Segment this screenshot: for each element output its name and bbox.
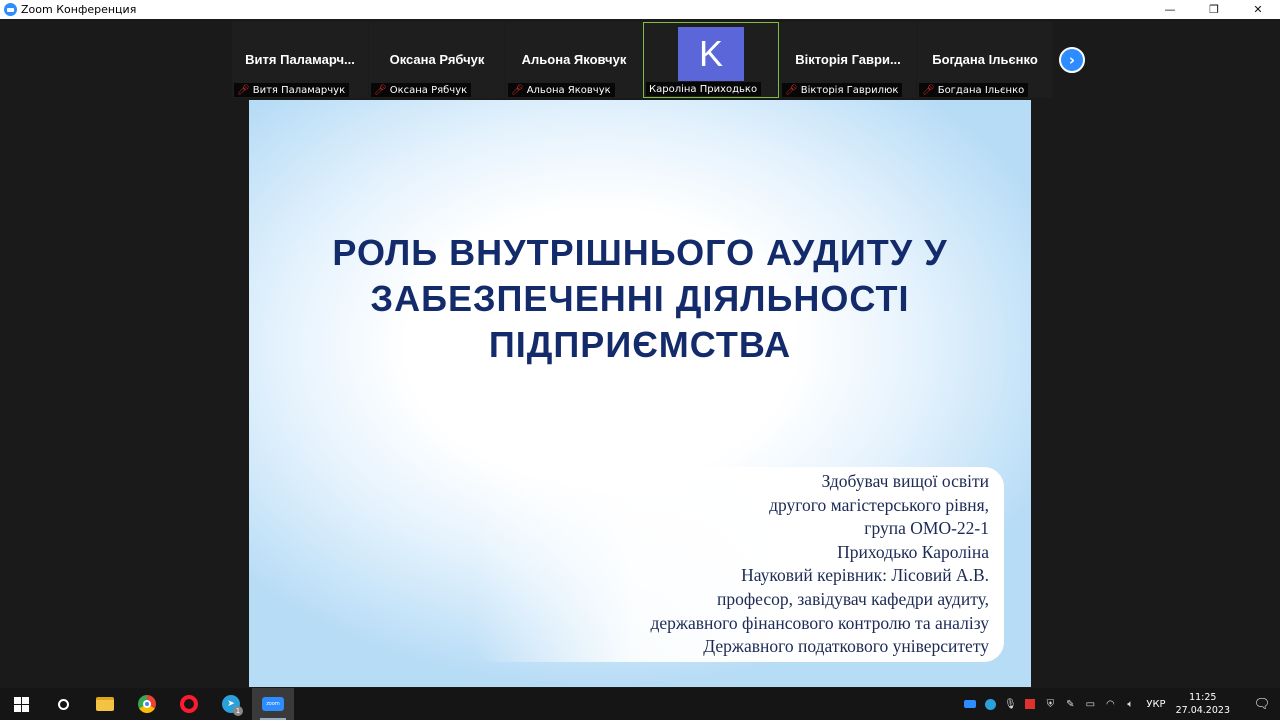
chevron-right-icon: ›	[1068, 51, 1076, 69]
microphone-icon[interactable]: 🎙︎	[1000, 688, 1020, 720]
participant-label: 🎤︎ Вікторія Гаврилюк	[782, 83, 903, 97]
window-titlebar: Zoom Конференция — ❐ ✕	[0, 0, 1280, 19]
notification-badge: 1	[233, 706, 243, 716]
participant-display-name: Альона Яковчук	[521, 52, 627, 67]
participant-label-text: Оксана Рябчук	[389, 84, 468, 96]
participant-label-text: Витя Паламарчук	[252, 84, 346, 96]
participant-label-text: Богдана Ільєнко	[937, 84, 1025, 96]
participant-tile[interactable]: Витя Паламарч... 🎤︎ Витя Паламарчук	[232, 22, 368, 98]
battery-icon[interactable]: ▭	[1080, 688, 1100, 720]
zoom-tray-icon[interactable]	[960, 688, 980, 720]
participant-display-name: Вікторія Гаври...	[795, 52, 901, 67]
participant-label: 🎤︎ Богдана Ільєнко	[919, 83, 1029, 97]
clock-time: 11:25	[1189, 692, 1217, 703]
slide-title-line: ЗАБЕЗПЕЧЕННІ ДІЯЛЬНОСТІ	[370, 278, 910, 319]
window-title: Zoom Конференция	[21, 3, 137, 16]
close-button[interactable]: ✕	[1236, 0, 1280, 19]
telegram-tray-icon[interactable]	[980, 688, 1000, 720]
slide-title: РОЛЬ ВНУТРІШНЬОГО АУДИТУ У ЗАБЕЗПЕЧЕННІ …	[289, 230, 991, 368]
opera-button[interactable]	[168, 688, 210, 720]
participant-display-name: Богдана Ільєнко	[932, 52, 1038, 67]
zoom-taskbar-button[interactable]: zoom	[252, 688, 294, 720]
participant-tile-active-speaker[interactable]: K Кароліна Приходько	[643, 22, 779, 98]
meeting-area: Витя Паламарч... 🎤︎ Витя Паламарчук Окса…	[0, 19, 1280, 688]
participant-label-text: Вікторія Гаврилюк	[800, 84, 899, 96]
participant-tile[interactable]: Альона Яковчук 🎤︎ Альона Яковчук	[506, 22, 642, 98]
info-line: група ОМО-22-1	[864, 518, 989, 539]
chrome-icon	[138, 695, 156, 713]
search-icon	[57, 698, 69, 710]
system-tray: 🎙︎ ⛨ ✎ ▭ ◠ 🔈︎ УКР 11:25 27.04.2023 🗨︎	[960, 688, 1280, 720]
slide-author-info: Здобувач вищої освіти другого магістерсь…	[651, 470, 990, 659]
shield-icon[interactable]: ⛨	[1040, 688, 1060, 720]
participant-strip: Витя Паламарч... 🎤︎ Витя Паламарчук Окса…	[232, 22, 1053, 98]
minimize-button[interactable]: —	[1148, 0, 1192, 19]
start-button[interactable]	[0, 688, 42, 720]
mic-muted-icon: 🎤︎	[237, 84, 250, 96]
window-controls: — ❐ ✕	[1148, 0, 1280, 19]
wifi-icon[interactable]: ◠	[1100, 688, 1120, 720]
participant-display-name: Оксана Рябчук	[389, 52, 485, 67]
clock[interactable]: 11:25 27.04.2023	[1176, 691, 1230, 717]
notification-center-icon[interactable]: 🗨︎	[1244, 688, 1280, 720]
maximize-button[interactable]: ❐	[1192, 0, 1236, 19]
pen-icon[interactable]: ✎	[1060, 688, 1080, 720]
antivirus-icon[interactable]	[1020, 688, 1040, 720]
info-line: другого магістерського рівня,	[769, 494, 989, 515]
info-line: Державного податкового університету	[703, 636, 989, 657]
participant-display-name: Витя Паламарч...	[245, 52, 355, 67]
participant-label-text: Альона Яковчук	[526, 84, 611, 96]
info-line: Здобувач вищої освіти	[821, 471, 989, 491]
participant-tile[interactable]: Богдана Ільєнко 🎤︎ Богдана Ільєнко	[917, 22, 1053, 98]
windows-start-icon	[13, 696, 29, 712]
opera-icon	[180, 695, 198, 713]
participant-tile[interactable]: Оксана Рябчук 🎤︎ Оксана Рябчук	[369, 22, 505, 98]
participant-avatar: K	[678, 27, 744, 81]
clock-date: 27.04.2023	[1175, 705, 1230, 716]
language-indicator[interactable]: УКР	[1146, 699, 1165, 710]
participant-label-text: Кароліна Приходько	[649, 83, 758, 95]
mic-muted-icon: 🎤︎	[511, 84, 524, 96]
info-line: державного фінансового контролю та аналі…	[650, 612, 990, 633]
zoom-app-icon	[4, 3, 17, 16]
slide-title-line: РОЛЬ ВНУТРІШНЬОГО АУДИТУ У	[332, 232, 948, 273]
chrome-button[interactable]	[126, 688, 168, 720]
info-line: професор, завідувач кафедри аудиту,	[716, 588, 989, 609]
volume-icon[interactable]: 🔈︎	[1120, 688, 1140, 720]
file-explorer-icon	[96, 697, 114, 711]
search-button[interactable]	[42, 688, 84, 720]
participant-label: 🎤︎ Оксана Рябчук	[371, 83, 472, 97]
participant-tile[interactable]: Вікторія Гаври... 🎤︎ Вікторія Гаврилюк	[780, 22, 916, 98]
slide-title-line: ПІДПРИЄМСТВА	[488, 324, 792, 365]
info-line: Науковий керівник: Лісовий А.В.	[741, 565, 989, 586]
participant-label: 🎤︎ Альона Яковчук	[508, 83, 615, 97]
participant-label: Кароліна Приходько	[646, 82, 762, 96]
participant-label: 🎤︎ Витя Паламарчук	[234, 83, 350, 97]
next-participants-button[interactable]: ›	[1059, 47, 1085, 73]
shared-screen-slide: РОЛЬ ВНУТРІШНЬОГО АУДИТУ У ЗАБЕЗПЕЧЕННІ …	[249, 100, 1031, 687]
file-explorer-button[interactable]	[84, 688, 126, 720]
mic-muted-icon: 🎤︎	[922, 84, 935, 96]
info-line: Приходько Кароліна	[837, 541, 989, 562]
windows-taskbar: ➤ 1 zoom 🎙︎ ⛨ ✎ ▭ ◠ 🔈︎ УКР 11:25 27.04.2…	[0, 688, 1280, 720]
zoom-icon: zoom	[262, 697, 284, 711]
mic-muted-icon: 🎤︎	[374, 84, 387, 96]
telegram-button[interactable]: ➤ 1	[210, 688, 252, 720]
mic-muted-icon: 🎤︎	[785, 84, 798, 96]
